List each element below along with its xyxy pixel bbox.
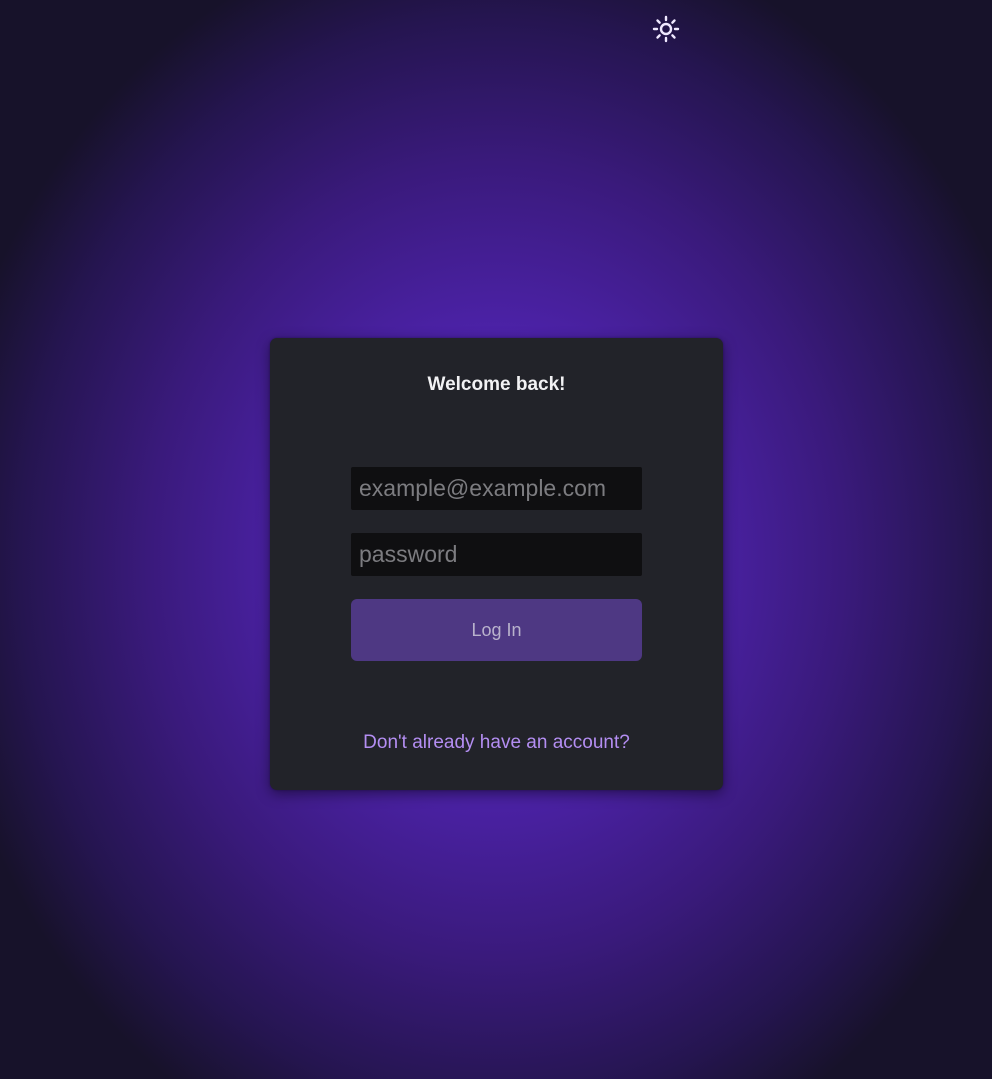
theme-toggle-button[interactable]	[650, 13, 681, 44]
password-input[interactable]	[351, 533, 642, 576]
login-title: Welcome back!	[427, 374, 566, 395]
email-input[interactable]	[351, 467, 642, 510]
login-button[interactable]: Log In	[351, 599, 642, 661]
sun-icon	[652, 15, 679, 42]
login-card: Welcome back! Log In Don't already have …	[270, 338, 723, 790]
signup-link[interactable]: Don't already have an account?	[270, 732, 723, 754]
